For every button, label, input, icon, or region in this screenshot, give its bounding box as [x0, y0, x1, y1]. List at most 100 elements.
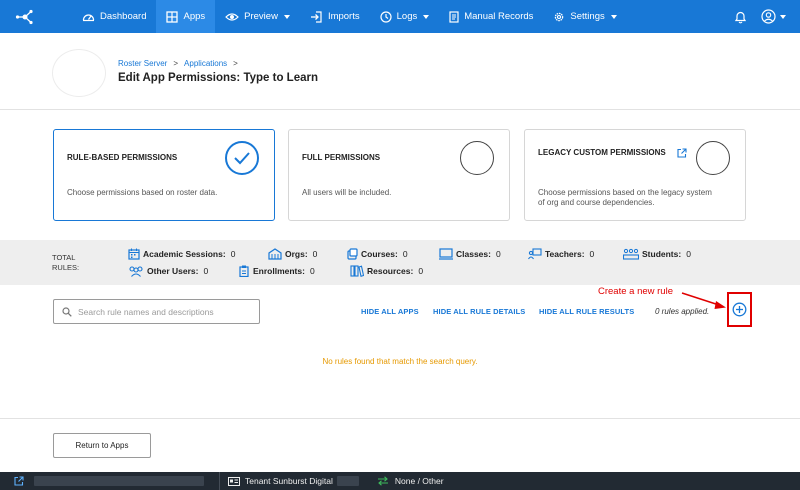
stat-label: Courses: — [361, 249, 398, 259]
card-rule-based-permissions[interactable]: RULE-BASED PERMISSIONS Choose permission… — [53, 129, 275, 221]
gear-icon — [555, 12, 564, 21]
stat-label: Other Users: — [147, 266, 199, 276]
stat-value: 0 — [230, 249, 236, 259]
sync-arrows-icon — [377, 476, 388, 486]
stat-resources: Resources: 0 — [350, 265, 423, 277]
stat-academic-sessions: Academic Sessions: 0 — [128, 248, 235, 260]
annotation-label: Create a new rule — [598, 286, 673, 297]
nav-dashboard[interactable]: Dashboard — [72, 0, 156, 33]
search-box — [53, 299, 260, 324]
card-title: RULE-BASED PERMISSIONS — [67, 153, 178, 162]
add-rule-icon[interactable] — [732, 302, 747, 317]
top-navigation: Dashboard Apps Preview Imports Logs Manu… — [0, 0, 800, 33]
stat-label: Resources: — [367, 266, 414, 276]
breadcrumb-roster-server[interactable]: Roster Server — [118, 59, 167, 68]
nav-preview[interactable]: Preview — [215, 0, 300, 33]
stat-classes: Classes: 0 — [439, 248, 501, 260]
page-title: Edit App Permissions: Type to Learn — [118, 72, 319, 84]
annotation-arrow — [681, 292, 726, 309]
import-icon — [310, 10, 322, 23]
footer-divider — [0, 418, 800, 419]
check-circle-icon — [225, 141, 259, 175]
card-legacy-custom-permissions[interactable]: LEGACY CUSTOM PERMISSIONS Choose permiss… — [524, 129, 746, 221]
external-link-icon[interactable] — [14, 476, 24, 486]
classroom-icon — [439, 248, 453, 260]
nav-apps[interactable]: Apps — [156, 0, 216, 33]
hide-all-rule-results-link[interactable]: HIDE ALL RULE RESULTS — [539, 307, 634, 316]
breadcrumb-separator: > — [233, 59, 238, 68]
card-title: FULL PERMISSIONS — [302, 153, 381, 162]
stat-orgs: Orgs: 0 — [268, 248, 317, 260]
nav-settings-label: Settings — [570, 11, 605, 22]
app-logo — [52, 49, 106, 97]
eye-icon — [225, 12, 239, 21]
books-icon — [350, 265, 364, 277]
empty-circle-icon — [460, 141, 494, 175]
nav-settings[interactable]: Settings — [543, 0, 626, 33]
stat-label: Classes: — [456, 249, 491, 259]
sync-label: None / Other — [394, 476, 444, 486]
id-card-icon — [228, 476, 240, 486]
stat-courses: Courses: 0 — [346, 248, 408, 260]
stat-label: Enrollments: — [253, 266, 305, 276]
nav-logs[interactable]: Logs — [370, 0, 440, 33]
hide-all-rule-details-link[interactable]: HIDE ALL RULE DETAILS — [433, 307, 525, 316]
card-description: Choose permissions based on the legacy s… — [538, 188, 712, 207]
building-icon — [268, 248, 282, 260]
document-icon — [449, 10, 459, 23]
hide-all-apps-link[interactable]: HIDE ALL APPS — [361, 307, 419, 316]
bell-icon[interactable] — [734, 10, 747, 24]
nav-manual-records[interactable]: Manual Records — [439, 0, 543, 33]
stat-value: 0 — [203, 266, 209, 276]
total-rules-label: TOTAL RULES: — [52, 253, 80, 272]
card-title: LEGACY CUSTOM PERMISSIONS — [538, 148, 666, 157]
nav-manual-records-label: Manual Records — [464, 11, 534, 22]
nav-apps-label: Apps — [183, 11, 206, 22]
clock-icon — [380, 10, 392, 23]
card-full-permissions[interactable]: FULL PERMISSIONS All users will be inclu… — [288, 129, 510, 221]
teacher-icon — [528, 248, 542, 260]
status-bar: Tenant Sunburst Digital None / Other — [0, 472, 800, 490]
card-description: All users will be included. — [302, 188, 392, 197]
user-circle-icon — [761, 9, 776, 24]
return-to-apps-button[interactable]: Return to Apps — [53, 433, 151, 458]
chevron-down-icon — [610, 14, 617, 19]
breadcrumb-applications[interactable]: Applications — [184, 59, 227, 68]
external-link-icon[interactable] — [677, 148, 687, 158]
stat-teachers: Teachers: 0 — [528, 248, 594, 260]
stat-label: Academic Sessions: — [143, 249, 226, 259]
redacted-text — [34, 476, 204, 486]
nav-imports[interactable]: Imports — [300, 0, 370, 33]
stat-value: 0 — [309, 266, 315, 276]
dashboard-icon — [82, 14, 95, 22]
tenant-label: Tenant Sunburst Digital — [245, 476, 333, 486]
total-rules-bar: TOTAL RULES: Academic Sessions: 0 Orgs: … — [0, 240, 800, 285]
apps-icon — [166, 10, 179, 23]
stat-value: 0 — [402, 249, 408, 259]
user-menu[interactable] — [761, 9, 786, 24]
breadcrumb-separator: > — [173, 59, 179, 68]
redacted-text — [336, 476, 359, 486]
students-icon — [623, 248, 639, 260]
clipboard-icon — [239, 265, 249, 277]
stat-students: Students: 0 — [623, 248, 691, 260]
stat-label: Students: — [642, 249, 682, 259]
card-description: Choose permissions based on roster data. — [67, 188, 218, 197]
empty-results-message: No rules found that match the search que… — [322, 357, 478, 366]
stat-label: Orgs: — [285, 249, 308, 259]
chevron-down-icon — [780, 14, 786, 19]
stat-value: 0 — [686, 249, 691, 259]
stat-value: 0 — [418, 266, 424, 276]
chevron-down-icon — [283, 14, 290, 19]
stat-other-users: Other Users: 0 — [128, 265, 208, 277]
search-input[interactable] — [78, 306, 253, 317]
nav-dashboard-label: Dashboard — [100, 11, 147, 22]
nav-imports-label: Imports — [327, 11, 360, 22]
nav-logs-label: Logs — [396, 11, 418, 22]
logo-icon[interactable] — [0, 0, 50, 33]
stat-value: 0 — [312, 249, 318, 259]
courses-icon — [347, 248, 358, 260]
empty-circle-icon — [696, 141, 730, 175]
calendar-icon — [128, 248, 140, 260]
page-header: Roster Server > Applications > Edit App … — [0, 33, 800, 110]
